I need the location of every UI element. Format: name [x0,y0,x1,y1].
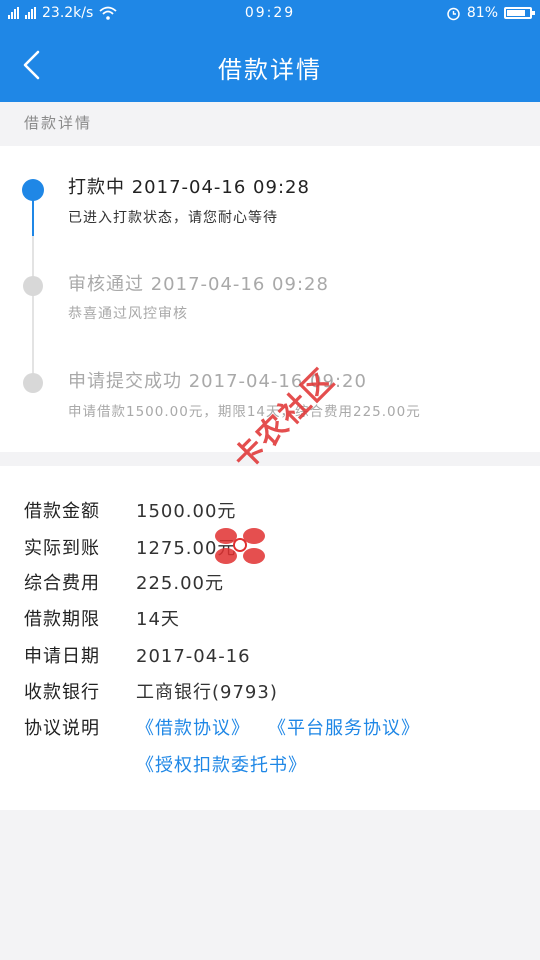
detail-label: 借款金额 [24,501,100,522]
detail-label: 协议说明 [24,718,100,739]
detail-value: 工商银行(9793) [136,682,278,703]
detail-label: 申请日期 [24,646,100,667]
timeline-step-desc: 恭喜通过风控审核 [68,306,188,322]
detail-value: 1500.00元 [136,501,237,522]
detail-value: 14天 [136,609,180,630]
detail-row-bank: 收款银行 工商银行(9793) [24,678,278,704]
detail-row-fee: 综合费用 225.00元 [24,569,224,595]
detail-label: 借款期限 [24,609,100,630]
alarm-icon [447,7,460,20]
page-title: 借款详情 [218,56,322,84]
nav-bar: 借款详情 [0,28,540,102]
timeline-dot [23,373,43,393]
watermark-logo-icon [215,528,265,564]
detail-label: 实际到账 [24,538,100,559]
timeline-dot-active [22,179,44,201]
loan-agreement-link[interactable]: 《借款协议》 [136,718,250,739]
battery-percent: 81% [466,5,498,21]
detail-value: 2017-04-16 [136,646,251,667]
timeline-step-title: 打款中 2017-04-16 09:28 [68,177,310,198]
timeline-step-title: 审核通过 2017-04-16 09:28 [68,274,329,295]
detail-label: 综合费用 [24,573,100,594]
status-bar: 23.2k/s 09:29 81% [0,0,540,28]
detail-row-agreements: 协议说明 《借款协议》 《平台服务协议》 [24,714,420,740]
battery-icon [504,7,535,19]
detail-row-received: 实际到账 1275.00元 [24,534,236,560]
status-right: 81% [446,5,535,21]
detail-row-agreements-cont: 《授权扣款委托书》 [136,751,307,777]
timeline-step-desc: 已进入打款状态，请您耐心等待 [68,210,278,226]
detail-row-apply-date: 申请日期 2017-04-16 [24,642,251,668]
detail-label: 收款银行 [24,682,100,703]
detail-row-amount: 借款金额 1500.00元 [24,497,236,523]
detail-value: 225.00元 [136,573,224,594]
detail-row-term: 借款期限 14天 [24,605,180,631]
platform-service-agreement-link[interactable]: 《平台服务协议》 [268,718,420,739]
timeline-step-desc: 申请借款1500.00元，期限14天，综合费用225.00元 [68,404,421,420]
timeline-connector-active [32,196,34,236]
timeline-connector [32,236,34,384]
debit-authorization-link[interactable]: 《授权扣款委托书》 [136,755,307,776]
timeline-dot [23,276,43,296]
section-label: 借款详情 [24,114,93,132]
